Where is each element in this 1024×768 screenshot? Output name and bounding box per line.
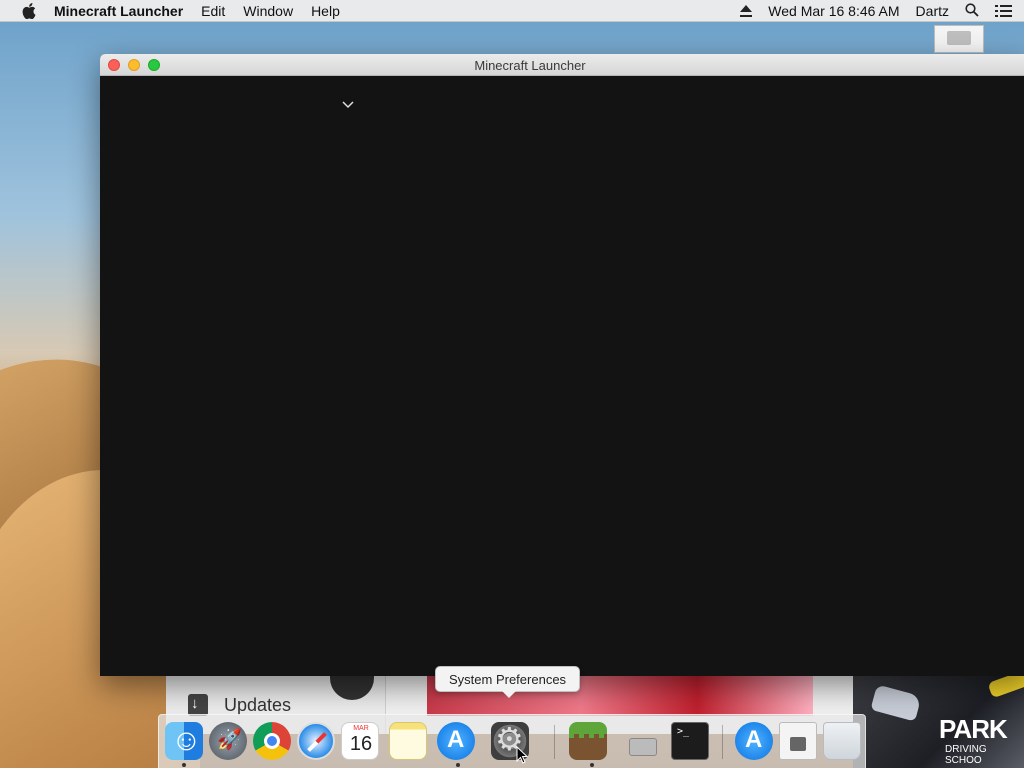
finder-icon[interactable] <box>165 722 203 760</box>
trash-icon[interactable] <box>823 722 861 760</box>
running-indicator <box>182 763 186 767</box>
sidebar-item-label: Updates <box>224 694 292 715</box>
menubar-user[interactable]: Dartz <box>916 3 949 19</box>
menubar-clock[interactable]: Wed Mar 16 8:46 AM <box>768 3 899 19</box>
calendar-day: 16 <box>349 733 373 755</box>
launchpad-icon[interactable] <box>209 722 247 760</box>
brand-subtitle: DRIVING SCHOO <box>945 744 987 766</box>
documents-folder-icon[interactable] <box>779 722 817 760</box>
notes-icon[interactable] <box>389 722 427 760</box>
menu-help[interactable]: Help <box>311 3 340 19</box>
spotlight-search-icon[interactable] <box>965 2 979 20</box>
safari-icon[interactable] <box>297 722 335 760</box>
running-indicator <box>456 763 460 767</box>
printer-icon[interactable] <box>623 722 661 760</box>
minecraft-launcher-window: Minecraft Launcher <box>100 54 1024 676</box>
minecraft-icon[interactable] <box>569 722 607 760</box>
desktop-drive-icon[interactable] <box>934 25 984 53</box>
terminal-icon[interactable] <box>671 722 709 760</box>
chrome-icon[interactable] <box>253 722 291 760</box>
menu-bar: Minecraft Launcher Edit Window Help Wed … <box>0 0 1024 22</box>
download-icon <box>188 694 208 716</box>
brand-logo: PARK <box>939 714 1008 744</box>
chevron-down-icon[interactable] <box>342 96 354 109</box>
window-titlebar[interactable]: Minecraft Launcher <box>100 54 1024 76</box>
window-title: Minecraft Launcher <box>474 58 586 73</box>
mouse-cursor-icon <box>516 745 529 768</box>
dock-separator <box>722 725 723 759</box>
downloads-folder-icon[interactable] <box>735 722 773 760</box>
menu-edit[interactable]: Edit <box>201 3 225 19</box>
running-indicator <box>590 763 594 767</box>
eject-icon[interactable] <box>740 5 753 17</box>
car-image <box>870 684 922 722</box>
dock-tooltip: System Preferences <box>435 666 581 698</box>
notification-center-icon[interactable] <box>995 4 1012 18</box>
app-name-menu[interactable]: Minecraft Launcher <box>54 3 183 19</box>
calendar-month: MAR <box>353 725 369 732</box>
dock-separator <box>554 725 555 759</box>
app-store-icon[interactable] <box>437 722 475 760</box>
calendar-icon[interactable]: MAR 16 <box>341 722 379 760</box>
sidebar-item-updates[interactable]: Updates <box>188 694 291 716</box>
apple-menu-icon[interactable] <box>20 2 38 19</box>
menu-window[interactable]: Window <box>243 3 293 19</box>
dock: MAR 16 <box>158 714 866 768</box>
featured-image[interactable]: PARK DRIVING SCHOO <box>853 669 1024 768</box>
